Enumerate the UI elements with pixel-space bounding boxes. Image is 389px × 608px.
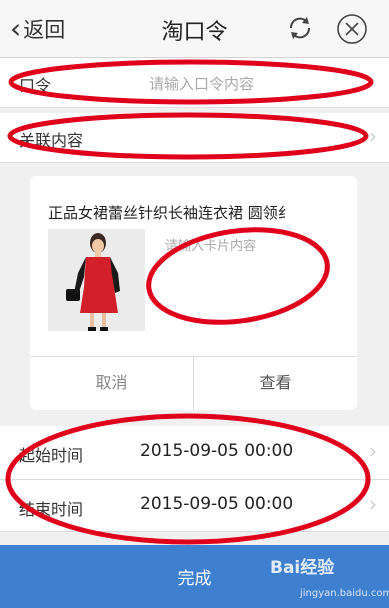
baidu-watermark: Bai经验: [270, 558, 335, 578]
card-content-input[interactable]: 请输入卡片内容: [165, 235, 256, 254]
refresh-icon[interactable]: [285, 13, 315, 43]
content-card: 正品女裙蕾丝针织长袖连衣裙 圆领纟 请输入卡片内容 取消 查看: [30, 176, 357, 410]
watermark-url: jingyan.baidu.com: [300, 588, 389, 599]
related-content-row[interactable]: 关联内容 ›: [0, 113, 389, 163]
card-buttons: 取消 查看: [30, 356, 357, 410]
start-time-row[interactable]: 起始时间 2015-09-05 00:00 ›: [0, 426, 389, 480]
header-bar: ‹ 返回 淘口令: [0, 0, 389, 58]
view-button[interactable]: 查看: [193, 357, 357, 410]
command-row[interactable]: 口令 请输入口令内容: [0, 58, 389, 108]
chevron-right-icon: ›: [369, 439, 377, 463]
close-icon[interactable]: [336, 13, 368, 45]
start-time-label: 起始时间: [19, 446, 84, 465]
start-time-value: 2015-09-05 00:00: [140, 441, 294, 461]
cancel-button[interactable]: 取消: [30, 357, 193, 410]
end-time-value: 2015-09-05 00:00: [140, 494, 294, 514]
chevron-right-icon: ›: [369, 492, 377, 516]
related-content-label: 关联内容: [19, 131, 84, 150]
command-label: 口令: [19, 76, 52, 95]
command-input[interactable]: 请输入口令内容: [149, 73, 254, 94]
page-title: 淘口令: [161, 20, 228, 45]
end-time-label: 结束时间: [19, 500, 84, 519]
end-time-row[interactable]: 结束时间 2015-09-05 00:00 ›: [0, 480, 389, 532]
chevron-right-icon: ›: [369, 124, 377, 148]
product-title: 正品女裙蕾丝针织长袖连衣裙 圆领纟: [48, 204, 293, 222]
product-image: [48, 229, 145, 331]
